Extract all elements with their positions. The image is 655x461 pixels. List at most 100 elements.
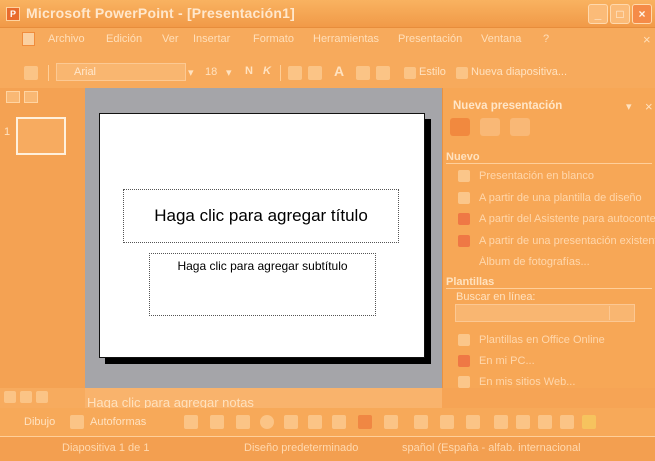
new-slide-icon (456, 67, 468, 79)
back-icon[interactable] (450, 118, 470, 136)
home-icon[interactable] (510, 118, 530, 136)
font-name-select[interactable]: Arial (56, 63, 186, 81)
menu-insertar[interactable]: Insertar (193, 33, 230, 45)
link-label: En mis sitios Web... (479, 376, 576, 388)
line-style-icon[interactable] (494, 415, 508, 429)
document-icon[interactable] (22, 32, 35, 46)
close-icon[interactable]: × (632, 4, 652, 24)
fill-color-icon[interactable] (414, 415, 428, 429)
web-folder-icon (458, 376, 470, 389)
language-status: spañol (España - alfab. internacional (402, 442, 581, 454)
office-online-templates-link[interactable]: Plantillas en Office Online (458, 334, 655, 347)
diagram-icon[interactable] (332, 415, 346, 429)
toolbar-separator (280, 65, 281, 81)
task-pane-close-icon[interactable]: × (645, 99, 653, 114)
menu-presentacion[interactable]: Presentación (398, 33, 462, 45)
autoshapes-button[interactable]: Autoformas (90, 416, 146, 428)
subtitle-placeholder-text: Haga clic para agregar subtítulo (177, 259, 348, 273)
computer-icon (458, 355, 470, 368)
menu-ver[interactable]: Ver (162, 33, 179, 45)
search-go-button[interactable] (609, 306, 629, 320)
link-label: A partir de una plantilla de diseño (479, 192, 642, 204)
chevron-down-icon[interactable]: ▾ (188, 66, 194, 79)
link-label: Presentación en blanco (479, 170, 594, 182)
style-icon (404, 67, 416, 79)
slideshow-icon[interactable] (36, 391, 48, 403)
increase-indent-icon[interactable] (376, 66, 390, 80)
link-label: En mi PC... (479, 355, 535, 367)
arrow-style-icon[interactable] (538, 415, 552, 429)
style-button[interactable]: Estilo (419, 66, 446, 78)
slide-sorter-icon[interactable] (20, 391, 32, 403)
menu-formato[interactable]: Formato (253, 33, 294, 45)
rectangle-icon[interactable] (236, 415, 250, 429)
menu-edicion[interactable]: Edición (106, 33, 142, 45)
close-document-icon[interactable]: × (643, 32, 651, 47)
draw-menu-button[interactable]: Dibujo (24, 416, 55, 428)
from-existing-presentation-link[interactable]: A partir de una presentación existente (458, 235, 655, 248)
task-pane-menu-icon[interactable]: ▾ (626, 100, 632, 113)
select-objects-icon[interactable] (70, 415, 84, 429)
search-online-input[interactable] (455, 304, 635, 322)
new-slide-button[interactable]: Nueva diapositiva... (471, 66, 567, 78)
menu-ventana[interactable]: Ventana (481, 33, 521, 45)
slide-thumbnail[interactable] (16, 117, 66, 155)
clipart-icon[interactable] (358, 415, 372, 429)
normal-view-icon[interactable] (4, 391, 16, 403)
from-design-template-link[interactable]: A partir de una plantilla de diseño (458, 192, 655, 205)
slide-count-status: Diapositiva 1 de 1 (62, 442, 150, 454)
3d-style-icon[interactable] (582, 415, 596, 429)
shadow-icon[interactable] (560, 415, 574, 429)
section-divider (446, 163, 652, 164)
menu-archivo[interactable]: Archivo (48, 33, 85, 45)
slide-thumb-number: 1 (4, 126, 11, 138)
photo-album-link[interactable]: Álbum de fotografías... (458, 256, 655, 268)
bold-button[interactable]: N (245, 65, 253, 77)
decrease-indent-icon[interactable] (356, 66, 370, 80)
line-color-icon[interactable] (440, 415, 454, 429)
wizard-icon (458, 213, 470, 226)
menu-help[interactable]: ? (543, 33, 549, 45)
toolbar-separator (48, 65, 49, 81)
title-placeholder-text: Haga clic para agregar título (154, 206, 368, 225)
globe-icon (458, 334, 470, 347)
my-websites-templates-link[interactable]: En mis sitios Web... (458, 376, 655, 389)
bullets-icon[interactable] (308, 66, 322, 80)
title-placeholder[interactable]: Haga clic para agregar título (123, 189, 399, 243)
forward-icon[interactable] (480, 118, 500, 136)
presentation-icon (458, 235, 470, 248)
font-name-value: Arial (74, 66, 97, 78)
subtitle-placeholder[interactable]: Haga clic para agregar subtítulo (149, 253, 376, 316)
line-icon[interactable] (184, 415, 198, 429)
new-document-icon[interactable] (24, 66, 38, 80)
link-label: A partir del Asistente para autocontenid… (479, 213, 655, 225)
numbering-icon[interactable] (288, 66, 302, 80)
outline-tab-icon[interactable] (6, 91, 20, 103)
menu-herramientas[interactable]: Herramientas (313, 33, 379, 45)
slides-tab-icon[interactable] (24, 91, 38, 103)
link-label: A partir de una presentación existente (479, 235, 655, 247)
powerpoint-app-icon[interactable]: P (6, 7, 20, 21)
link-label: Plantillas en Office Online (479, 334, 605, 346)
maximize-icon[interactable]: □ (610, 4, 630, 24)
blank-document-icon (458, 170, 470, 183)
wordart-icon[interactable] (308, 415, 322, 429)
autocontent-wizard-link[interactable]: A partir del Asistente para autocontenid… (458, 213, 655, 226)
section-divider (446, 288, 652, 289)
italic-button[interactable]: K (263, 65, 271, 77)
dash-style-icon[interactable] (516, 415, 530, 429)
font-size-select[interactable]: 18 (205, 66, 217, 78)
task-pane-title: Nueva presentación (453, 100, 563, 112)
textbox-icon[interactable] (284, 415, 298, 429)
oval-icon[interactable] (260, 415, 274, 429)
templates-section-heading: Plantillas (446, 276, 495, 288)
my-pc-templates-link[interactable]: En mi PC... (458, 355, 655, 368)
design-status: Diseño predeterminado (244, 442, 359, 454)
arrow-icon[interactable] (210, 415, 224, 429)
chevron-down-icon[interactable]: ▾ (226, 66, 232, 79)
minimize-icon[interactable]: _ (588, 4, 608, 24)
picture-icon[interactable] (384, 415, 398, 429)
blank-presentation-link[interactable]: Presentación en blanco (458, 170, 655, 183)
increase-font-icon[interactable]: A (334, 63, 344, 79)
font-color-icon[interactable] (466, 415, 480, 429)
